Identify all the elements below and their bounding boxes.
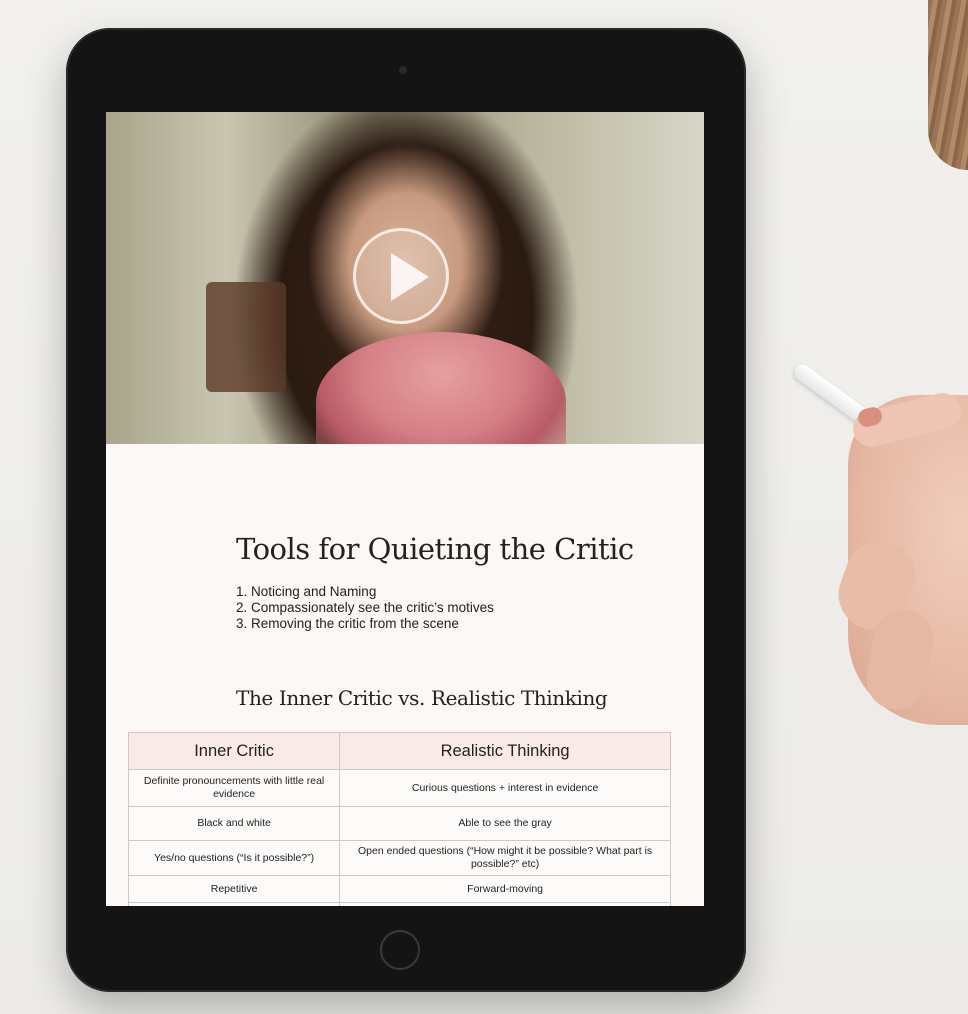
tool-item: 1. Noticing and Naming bbox=[236, 584, 377, 599]
video-background-chair bbox=[206, 282, 286, 392]
table-row: Repetitive Forward-moving bbox=[127, 875, 671, 903]
table-cell-empty bbox=[127, 902, 341, 906]
play-icon bbox=[391, 253, 429, 301]
table-row: Black and white Able to see the gray bbox=[127, 806, 671, 841]
tablet-device: Tools for Quieting the Critic 1. Noticin… bbox=[66, 28, 746, 992]
table-row: Yes/no questions (“Is it possible?”) Ope… bbox=[127, 840, 671, 876]
table-cell: Forward-moving bbox=[339, 875, 671, 903]
table-cell: Open ended questions (“How might it be p… bbox=[339, 840, 671, 876]
tablet-screen: Tools for Quieting the Critic 1. Noticin… bbox=[106, 112, 704, 906]
table-row-partial bbox=[127, 902, 671, 906]
wooden-tray-decoration bbox=[928, 0, 968, 170]
table-cell: Black and white bbox=[127, 806, 341, 841]
table-cell: Repetitive bbox=[127, 875, 341, 903]
table-cell: Definite pronouncements with little real… bbox=[127, 769, 341, 807]
table-cell: Yes/no questions (“Is it possible?”) bbox=[127, 840, 341, 876]
tool-item: 2. Compassionately see the critic’s moti… bbox=[236, 600, 494, 615]
front-camera bbox=[399, 66, 407, 74]
lesson-title: Tools for Quieting the Critic bbox=[236, 532, 634, 566]
comparison-table: Inner Critic Realistic Thinking Definite… bbox=[127, 732, 671, 906]
column-header-realistic-thinking: Realistic Thinking bbox=[339, 732, 671, 770]
table-header-row: Inner Critic Realistic Thinking bbox=[127, 732, 671, 770]
table-cell-empty bbox=[339, 902, 671, 906]
table-cell: Curious questions + interest in evidence bbox=[339, 769, 671, 807]
table-cell: Able to see the gray bbox=[339, 806, 671, 841]
tool-item: 3. Removing the critic from the scene bbox=[236, 616, 459, 631]
table-row: Definite pronouncements with little real… bbox=[127, 769, 671, 807]
home-button[interactable] bbox=[380, 930, 420, 970]
play-button[interactable] bbox=[353, 228, 449, 324]
column-header-inner-critic: Inner Critic bbox=[127, 732, 341, 770]
video-player[interactable] bbox=[106, 112, 704, 444]
video-presenter-scarf bbox=[316, 332, 566, 444]
tools-list: 1. Noticing and Naming 2. Compassionatel… bbox=[236, 584, 494, 632]
comparison-title: The Inner Critic vs. Realistic Thinking bbox=[236, 686, 608, 710]
